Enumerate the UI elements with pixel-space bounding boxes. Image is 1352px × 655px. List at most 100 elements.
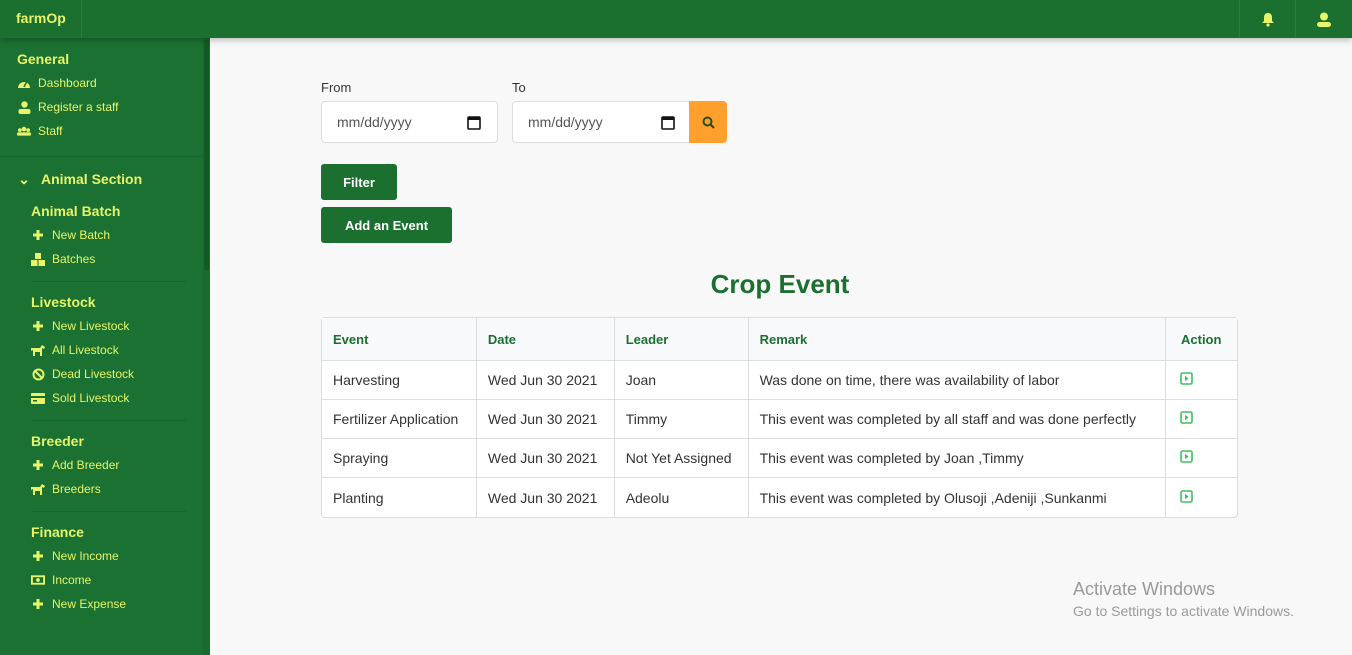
sidebar-item-new-expense[interactable]: New Expense bbox=[31, 592, 210, 616]
sidebar-item-label: New Expense bbox=[52, 597, 127, 611]
ban-icon bbox=[31, 368, 45, 381]
crop-event-table: Event Date Leader Remark Action Harvesting We… bbox=[321, 317, 1238, 518]
sidebar-item-label: Add Breeder bbox=[52, 458, 120, 472]
view-event-icon[interactable] bbox=[1180, 411, 1193, 424]
table-cell: Joan bbox=[614, 361, 749, 400]
sidebar-item-staff[interactable]: Staff bbox=[17, 119, 210, 143]
table-cell: Wed Jun 30 2021 bbox=[476, 400, 615, 439]
sidebar-group: Finance New Income Income New Expense bbox=[0, 524, 210, 616]
plus-icon bbox=[31, 459, 45, 471]
sidebar-item-sold-livestock[interactable]: Sold Livestock bbox=[31, 386, 210, 410]
horse-icon bbox=[31, 483, 45, 495]
user-icon bbox=[17, 100, 31, 114]
table-cell: Planting bbox=[322, 478, 477, 517]
sidebar-group-title: Finance bbox=[31, 524, 84, 540]
sidebar-group: Breeder Add Breeder Breeders bbox=[0, 433, 210, 501]
sidebar-item-label: Staff bbox=[38, 124, 63, 138]
activate-windows-watermark: Activate Windows Go to Settings to activ… bbox=[1073, 579, 1294, 619]
sidebar-item-all-livestock[interactable]: All Livestock bbox=[31, 338, 210, 362]
column-header: Remark bbox=[748, 318, 1166, 361]
sidebar-item-income[interactable]: Income bbox=[31, 568, 210, 592]
column-header: Event bbox=[322, 318, 477, 361]
page-title: Crop Event bbox=[710, 269, 850, 299]
sidebar-item-label: All Livestock bbox=[52, 343, 119, 357]
sidebar-group-title: Breeder bbox=[31, 433, 84, 449]
table-cell: Adeolu bbox=[615, 478, 749, 517]
from-date-input[interactable]: mm/dd/yyyy bbox=[321, 101, 498, 143]
view-event-icon[interactable] bbox=[1180, 489, 1193, 503]
sidebar-group: Livestock New Livestock All Livestock Dead … bbox=[0, 294, 210, 410]
table-cell: Fertilizer Application bbox=[322, 400, 477, 439]
user-menu-button[interactable] bbox=[1295, 0, 1351, 38]
table-cell: Spraying bbox=[322, 439, 477, 478]
sidebar-item-dashboard[interactable]: Dashboard bbox=[17, 71, 210, 95]
sidebar-item-label: New Income bbox=[52, 549, 119, 563]
sidebar-group: Animal Batch New Batch Batches bbox=[0, 203, 210, 271]
column-header: Date bbox=[476, 318, 615, 361]
sidebar-item-label: Breeders bbox=[52, 482, 101, 496]
table-cell: This event was completed by Joan ,Timmy bbox=[748, 439, 1166, 478]
table-cell: Wed Jun 30 2021 bbox=[476, 439, 615, 478]
sidebar-item-label: Sold Livestock bbox=[52, 391, 130, 405]
horse-icon bbox=[31, 344, 45, 356]
chevron-down-icon: ⌄ bbox=[18, 170, 30, 187]
sidebar-item-add-breeder[interactable]: Add Breeder bbox=[31, 453, 210, 477]
from-label: From bbox=[321, 80, 352, 95]
calendar-icon[interactable] bbox=[467, 115, 481, 130]
section-general-title: General bbox=[17, 51, 70, 67]
plus-icon bbox=[31, 320, 45, 332]
boxes-icon bbox=[31, 252, 45, 266]
user-icon bbox=[1316, 12, 1331, 27]
notifications-button[interactable] bbox=[1239, 0, 1295, 38]
calendar-icon[interactable] bbox=[661, 115, 675, 130]
column-header: Action bbox=[1166, 318, 1237, 361]
column-header: Leader bbox=[614, 318, 749, 361]
filter-button[interactable]: Filter bbox=[321, 164, 397, 200]
sidebar-item-label: Dead Livestock bbox=[52, 367, 135, 381]
animal-section-toggle[interactable]: ⌄ Animal Section bbox=[0, 165, 210, 193]
money-bill-icon bbox=[31, 575, 45, 585]
sidebar-item-breeders[interactable]: Breeders bbox=[31, 477, 210, 501]
sidebar-item-label: Batches bbox=[52, 252, 96, 266]
tachometer-icon bbox=[17, 77, 31, 89]
search-icon bbox=[702, 116, 715, 129]
plus-icon bbox=[31, 598, 45, 610]
sidebar-group-title: Animal Batch bbox=[31, 203, 121, 219]
sidebar-item-batches[interactable]: Batches bbox=[31, 247, 210, 271]
table-cell: Harvesting bbox=[322, 361, 477, 400]
add-event-button[interactable]: Add an Event bbox=[321, 207, 452, 243]
sidebar-item-new-livestock[interactable]: New Livestock bbox=[31, 314, 210, 338]
table-cell: This event was completed by Olusoji ,Ade… bbox=[749, 478, 1166, 517]
sidebar-item-label: Register a staff bbox=[38, 100, 119, 114]
search-button[interactable] bbox=[689, 101, 727, 143]
sidebar: General Dashboard Register a staff Staff ⌄… bbox=[0, 38, 210, 655]
sidebar-item-label: Dashboard bbox=[38, 76, 97, 90]
plus-icon bbox=[31, 550, 45, 562]
table-row: Spraying Wed Jun 30 2021 Not Yet Assigned T… bbox=[322, 439, 1237, 478]
table-cell: This event was completed by all staff an… bbox=[748, 400, 1166, 439]
brand-logo[interactable]: farmOp bbox=[0, 0, 82, 38]
top-navbar: farmOp bbox=[0, 0, 1352, 38]
sidebar-item-label: New Batch bbox=[52, 228, 111, 242]
table-row: Fertilizer Application Wed Jun 30 2021 Tim… bbox=[322, 400, 1237, 439]
table-cell: Wed Jun 30 2021 bbox=[477, 478, 615, 517]
users-icon bbox=[17, 126, 31, 136]
sidebar-item-dead-livestock[interactable]: Dead Livestock bbox=[31, 362, 210, 386]
sidebar-item-new-income[interactable]: New Income bbox=[31, 544, 210, 568]
plus-icon bbox=[31, 229, 45, 241]
sidebar-item-register-a-staff[interactable]: Register a staff bbox=[17, 95, 210, 119]
table-cell: Wed Jun 30 2021 bbox=[476, 361, 615, 400]
view-event-icon[interactable] bbox=[1180, 372, 1193, 385]
table-row: Harvesting Wed Jun 30 2021 Joan Was done on… bbox=[322, 361, 1237, 400]
credit-card-icon bbox=[31, 392, 45, 404]
bell-icon bbox=[1261, 12, 1274, 27]
table-cell: Timmy bbox=[614, 400, 749, 439]
sidebar-group-title: Livestock bbox=[31, 294, 96, 310]
main-content: From To mm/dd/yyyy mm/dd/yyyy Filter Add… bbox=[210, 38, 1352, 655]
table-cell: Not Yet Assigned bbox=[614, 439, 749, 478]
to-label: To bbox=[512, 80, 526, 95]
sidebar-item-new-batch[interactable]: New Batch bbox=[31, 223, 210, 247]
view-event-icon[interactable] bbox=[1180, 450, 1193, 463]
to-date-input[interactable]: mm/dd/yyyy bbox=[512, 101, 692, 143]
sidebar-scrollbar[interactable] bbox=[203, 38, 210, 655]
